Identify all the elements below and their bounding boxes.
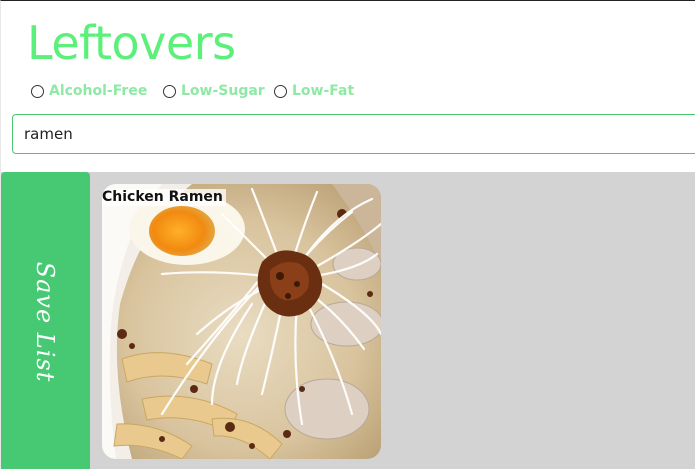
results-area: Save List Chicken Ramen [1, 172, 695, 469]
header: Leftovers Alcohol-Free Low-Sugar Low-Fat… [1, 1, 695, 172]
app-window: Leftovers Alcohol-Free Low-Sugar Low-Fat… [0, 0, 695, 469]
radio-alcohol-free[interactable] [31, 84, 44, 98]
app-title: Leftovers [27, 16, 236, 70]
search-input[interactable]: ramen [12, 114, 695, 154]
filter-label-alcohol-free: Alcohol-Free [49, 83, 148, 99]
filter-low-sugar[interactable]: Low-Sugar [163, 81, 265, 101]
save-list-label: Save List [31, 261, 59, 383]
filter-label-low-fat: Low-Fat [292, 83, 355, 99]
filter-label-low-sugar: Low-Sugar [181, 83, 265, 99]
radio-low-fat[interactable] [274, 84, 287, 98]
radio-low-sugar[interactable] [163, 84, 176, 98]
filter-alcohol-free[interactable]: Alcohol-Free [31, 81, 147, 101]
recipe-title: Chicken Ramen [102, 189, 226, 206]
recipe-card[interactable]: Chicken Ramen [102, 184, 381, 459]
save-list-tab[interactable]: Save List [1, 172, 90, 469]
filter-low-fat[interactable]: Low-Fat [274, 81, 354, 101]
ramen-bowl-photo [102, 184, 381, 459]
